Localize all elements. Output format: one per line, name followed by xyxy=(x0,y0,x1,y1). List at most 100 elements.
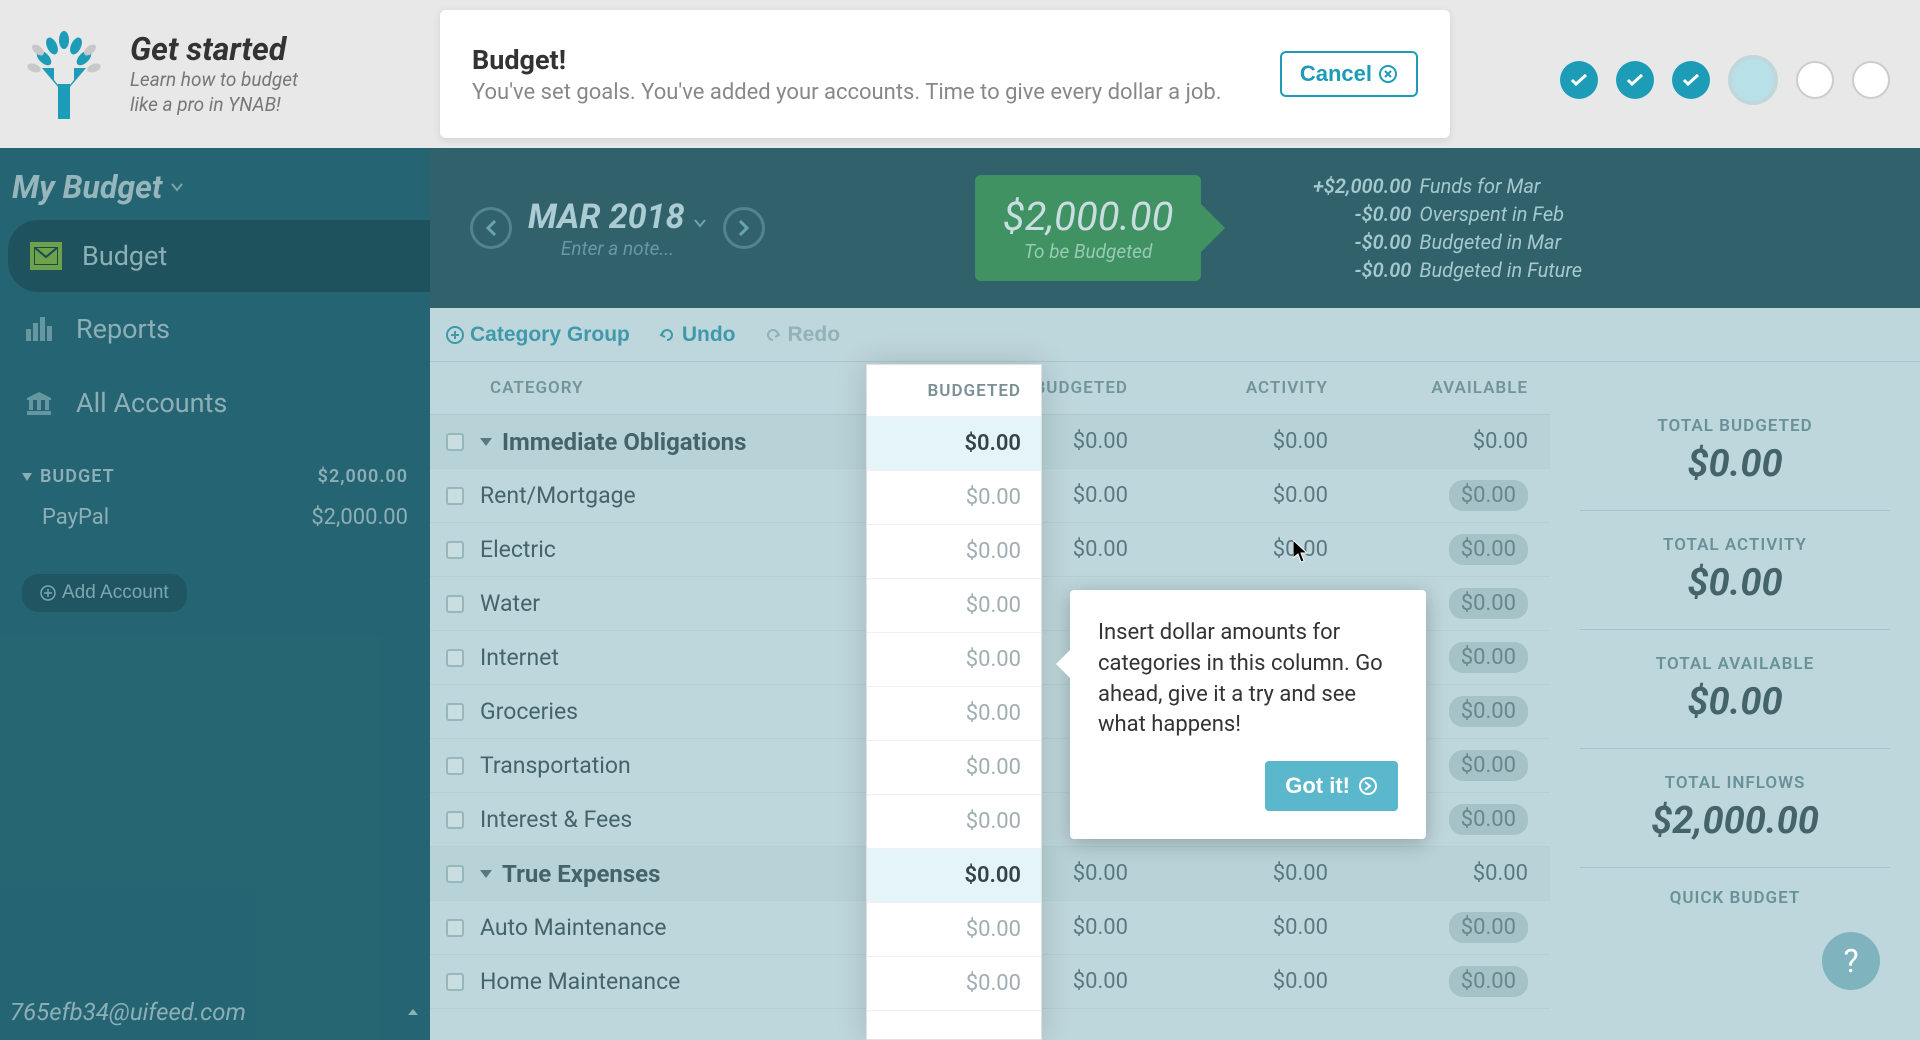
step-4-active[interactable] xyxy=(1728,55,1778,105)
top-header: Get started Learn how to budget like a p… xyxy=(0,0,1920,148)
redo-label: Redo xyxy=(788,323,841,347)
to-be-budgeted-badge[interactable]: $2,000.00 To be Budgeted xyxy=(975,175,1201,281)
highlight-cell[interactable]: $0.00 xyxy=(867,525,1041,579)
row-activity: $0.00 xyxy=(1150,483,1350,508)
row-checkbox[interactable] xyxy=(430,703,480,721)
nav-reports[interactable]: Reports xyxy=(0,292,430,366)
budget-selector[interactable]: My Budget xyxy=(0,148,430,220)
to-budget-amount: $2,000.00 xyxy=(1003,193,1173,240)
plus-circle-icon xyxy=(40,585,56,601)
chevron-left-icon xyxy=(484,219,498,237)
quick-budget-label: QUICK BUDGET xyxy=(1580,868,1890,908)
row-checkbox[interactable] xyxy=(430,811,480,829)
budget-section-header[interactable]: BUDGET $2,000.00 xyxy=(22,456,408,497)
got-it-button[interactable]: Got it! xyxy=(1265,761,1398,811)
plus-circle-icon xyxy=(446,326,464,344)
right-summary-panel: TOTAL BUDGETED $0.00 TOTAL ACTIVITY $0.0… xyxy=(1550,362,1920,1009)
banner-subtitle: You've set goals. You've added your acco… xyxy=(472,80,1222,105)
close-circle-icon xyxy=(1378,64,1398,84)
total-budgeted-value: $0.00 xyxy=(1580,442,1890,486)
row-checkbox[interactable] xyxy=(430,865,480,883)
row-checkbox[interactable] xyxy=(430,433,480,451)
add-category-group-button[interactable]: Category Group xyxy=(446,323,630,347)
account-paypal[interactable]: PayPal $2,000.00 xyxy=(22,497,408,538)
summary-label-2: Budgeted in Mar xyxy=(1419,228,1561,256)
step-indicators xyxy=(1560,55,1890,105)
step-3-done[interactable] xyxy=(1672,61,1710,99)
banner-text: Budget! You've set goals. You've added y… xyxy=(472,44,1222,105)
row-available[interactable]: $0.00 xyxy=(1350,915,1550,940)
row-checkbox[interactable] xyxy=(430,649,480,667)
row-checkbox[interactable] xyxy=(430,595,480,613)
row-checkbox[interactable] xyxy=(430,487,480,505)
sidebar-budget-section: BUDGET $2,000.00 PayPal $2,000.00 xyxy=(0,440,430,554)
total-activity-label: TOTAL ACTIVITY xyxy=(1580,535,1890,555)
redo-button[interactable]: Redo xyxy=(764,323,841,347)
step-2-done[interactable] xyxy=(1616,61,1654,99)
total-inflows-block: TOTAL INFLOWS $2,000.00 xyxy=(1580,749,1890,868)
onboarding-banner: Budget! You've set goals. You've added y… xyxy=(440,10,1450,138)
caret-up-icon xyxy=(406,1007,420,1017)
step-5-pending[interactable] xyxy=(1796,61,1834,99)
highlight-cell[interactable]: $0.00 xyxy=(867,741,1041,795)
highlight-header: BUDGETED xyxy=(867,365,1041,417)
total-budgeted-block: TOTAL BUDGETED $0.00 xyxy=(1580,392,1890,511)
row-available[interactable]: $0.00 xyxy=(1350,483,1550,508)
row-available[interactable]: $0.00 xyxy=(1350,969,1550,994)
undo-button[interactable]: Undo xyxy=(658,323,736,347)
row-checkbox[interactable] xyxy=(430,541,480,559)
row-checkbox[interactable] xyxy=(430,757,480,775)
total-available-value: $0.00 xyxy=(1580,680,1890,724)
month-display[interactable]: MAR 2018 Enter a note... xyxy=(528,197,707,260)
cancel-button[interactable]: Cancel xyxy=(1280,51,1418,97)
highlight-cell[interactable]: $0.00 xyxy=(867,795,1041,849)
add-account-label: Add Account xyxy=(62,582,169,604)
nav-reports-label: Reports xyxy=(76,313,170,345)
arrow-circle-right-icon xyxy=(1358,776,1378,796)
step-6-pending[interactable] xyxy=(1852,61,1890,99)
highlight-cell[interactable]: $0.00 xyxy=(867,957,1041,1011)
month-note[interactable]: Enter a note... xyxy=(528,237,707,260)
highlight-cell[interactable]: $0.00 xyxy=(867,687,1041,741)
add-account-button[interactable]: Add Account xyxy=(22,574,187,612)
help-button[interactable]: ? xyxy=(1822,932,1880,990)
redo-icon xyxy=(764,326,782,344)
highlight-cell[interactable]: $0.00 xyxy=(867,471,1041,525)
total-budgeted-label: TOTAL BUDGETED xyxy=(1580,416,1890,436)
undo-label: Undo xyxy=(682,323,736,347)
summary-label-1: Overspent in Feb xyxy=(1419,200,1564,228)
row-activity: $0.00 xyxy=(1150,915,1350,940)
next-month-button[interactable] xyxy=(723,207,765,249)
highlight-cell[interactable]: $0.00 xyxy=(867,903,1041,957)
highlight-cell[interactable]: $0.00 xyxy=(867,849,1041,903)
row-checkbox[interactable] xyxy=(430,973,480,991)
summary-val-0: +$2,000.00 xyxy=(1291,172,1411,200)
budget-name: My Budget xyxy=(12,168,162,206)
highlight-cell[interactable]: $0.00 xyxy=(867,633,1041,687)
chevron-down-icon xyxy=(170,182,184,192)
highlight-cell[interactable]: $0.00 xyxy=(867,579,1041,633)
account-name: PayPal xyxy=(42,505,109,530)
section-label: BUDGET xyxy=(40,466,115,487)
row-checkbox[interactable] xyxy=(430,919,480,937)
accounts-icon xyxy=(22,386,56,420)
summary-val-3: -$0.00 xyxy=(1291,256,1411,284)
section-amount: $2,000.00 xyxy=(318,466,408,487)
sidebar: My Budget Budget Reports All Accounts BU… xyxy=(0,148,430,1040)
nav-budget[interactable]: Budget xyxy=(8,220,430,292)
sidebar-footer[interactable]: 765efb34@uifeed.com xyxy=(0,984,430,1040)
prev-month-button[interactable] xyxy=(470,207,512,249)
total-available-label: TOTAL AVAILABLE xyxy=(1580,654,1890,674)
banner-title: Budget! xyxy=(472,44,1222,76)
got-it-label: Got it! xyxy=(1285,773,1350,799)
highlight-cell[interactable]: $0.00 xyxy=(867,417,1041,471)
row-activity: $0.00 xyxy=(1150,537,1350,562)
account-amount: $2,000.00 xyxy=(311,505,408,530)
row-available[interactable]: $0.00 xyxy=(1350,537,1550,562)
step-1-done[interactable] xyxy=(1560,61,1598,99)
help-label: ? xyxy=(1843,942,1858,980)
cancel-label: Cancel xyxy=(1300,61,1372,87)
nav-all-accounts[interactable]: All Accounts xyxy=(0,366,430,440)
month-label: MAR 2018 xyxy=(528,197,685,237)
budget-summary: +$2,000.00Funds for Mar -$0.00Overspent … xyxy=(1291,172,1582,284)
